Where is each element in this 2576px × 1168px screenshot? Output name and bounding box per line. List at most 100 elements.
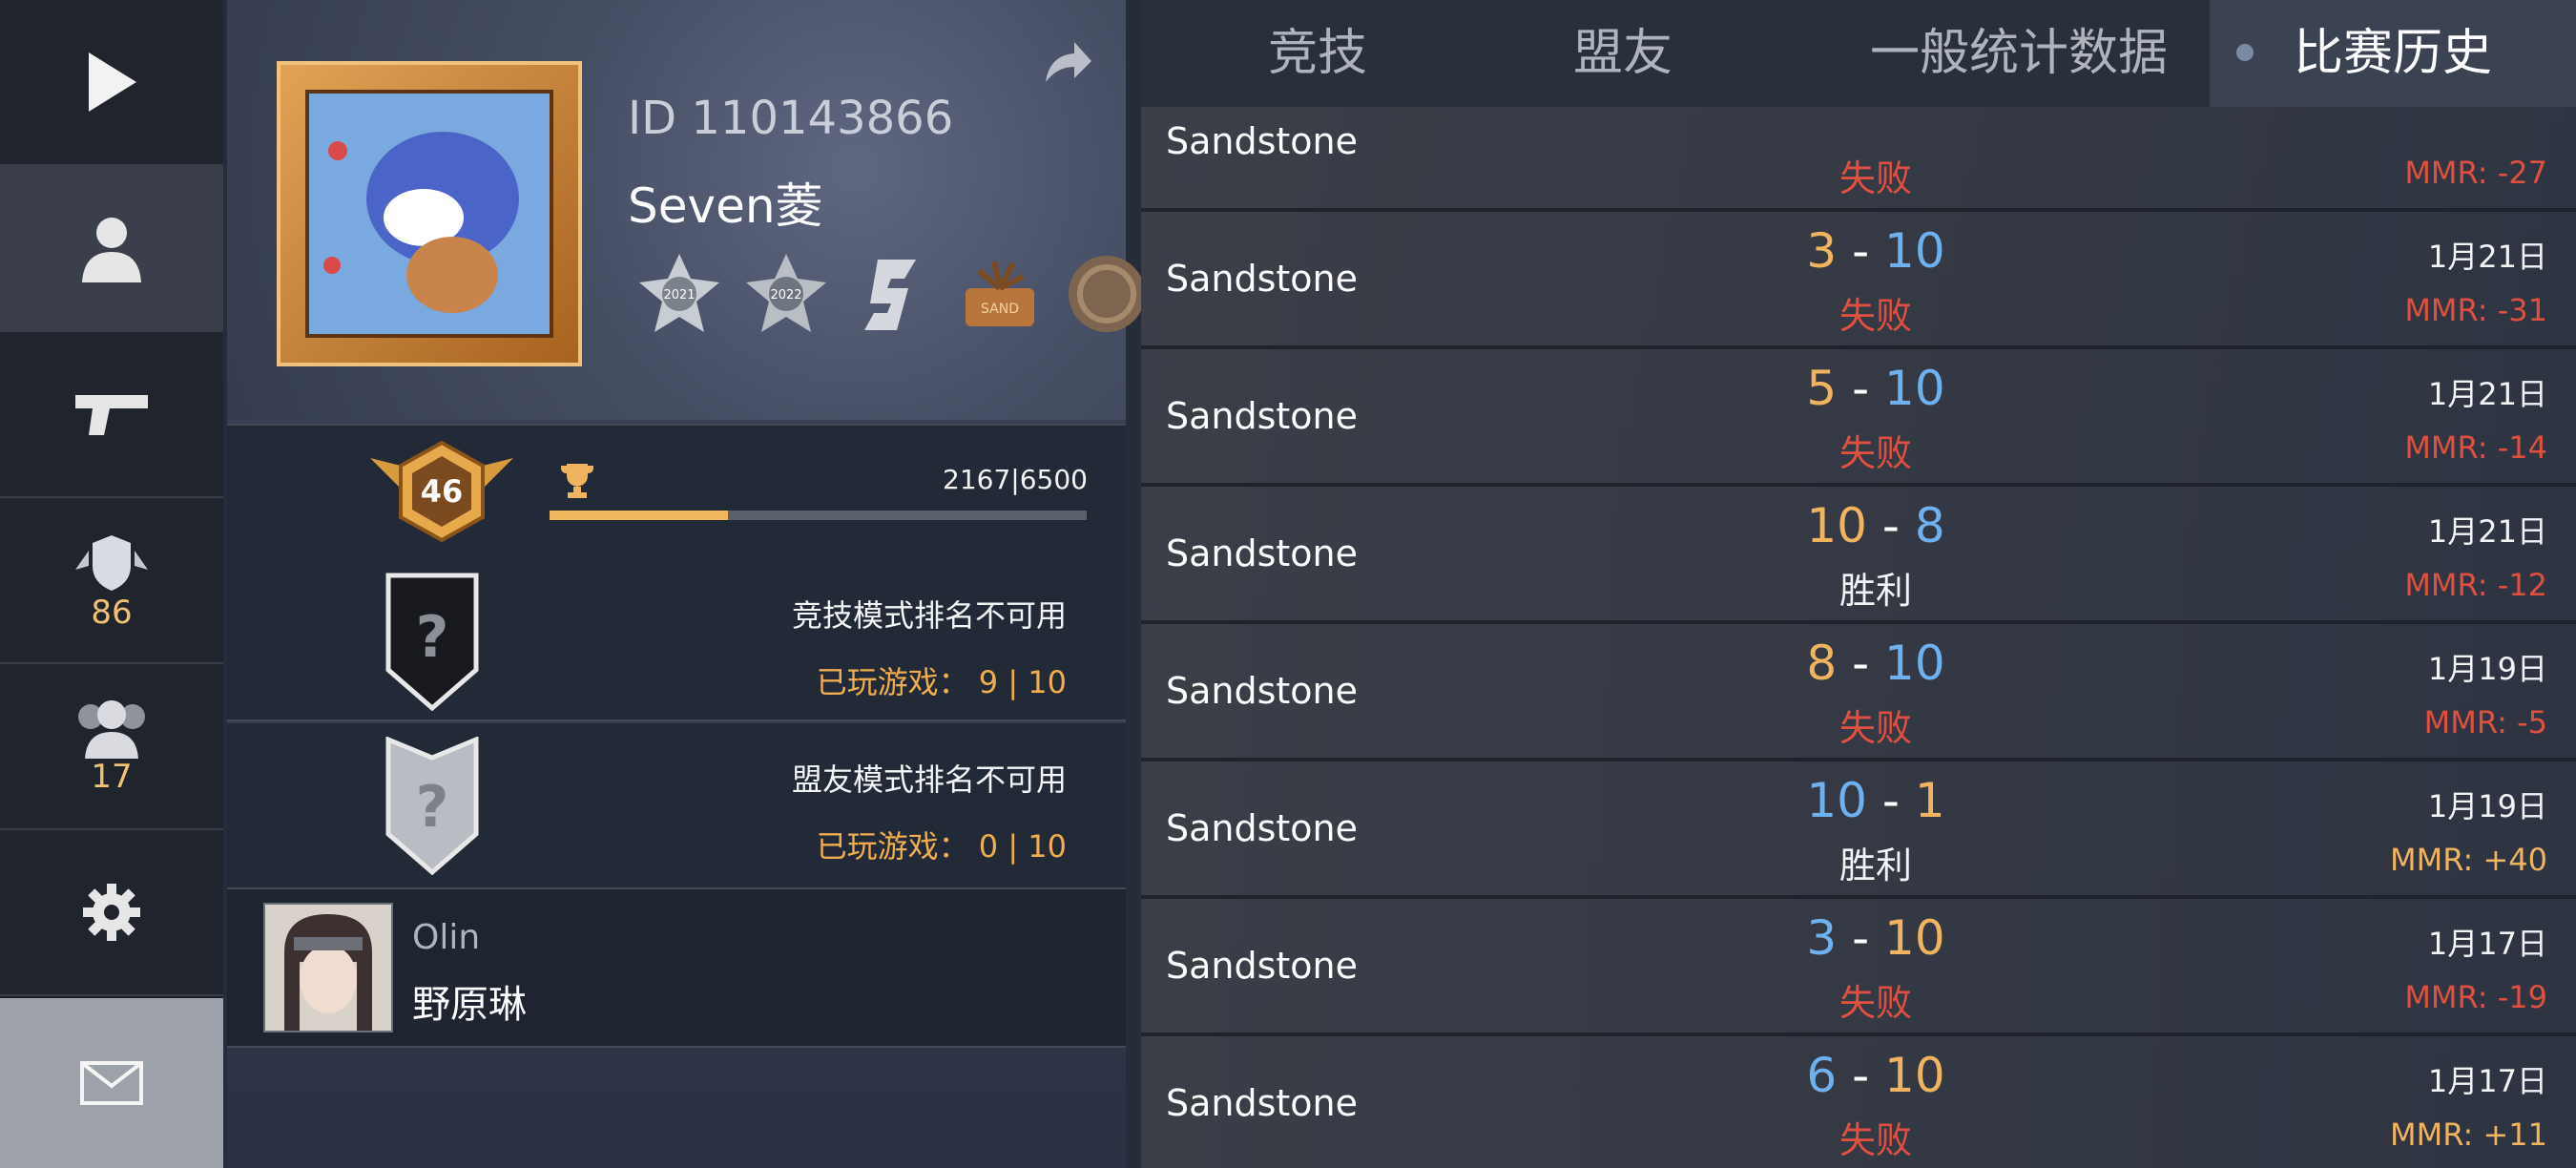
- score-team-b: 10: [1884, 910, 1945, 966]
- share-icon[interactable]: [1038, 34, 1095, 92]
- match-result: 失败: [1839, 295, 1912, 337]
- match-row[interactable]: Sandstone 3 - 10 失败 1月17日 MMR: -19: [1141, 899, 2576, 1036]
- nav-weapons[interactable]: [0, 332, 223, 498]
- match-result: 胜利: [1839, 570, 1912, 612]
- match-row[interactable]: Sandstone 10 - 1 胜利 1月19日 MMR: +40: [1141, 761, 2576, 899]
- match-score: 5 - 10: [1806, 361, 1945, 416]
- tab-competitive[interactable]: 竞技: [1141, 0, 1494, 107]
- match-map: Sandstone: [1166, 532, 1359, 574]
- play-icon: [89, 52, 136, 112]
- competitive-rank-row[interactable]: ? 竞技模式排名不可用 已玩游戏： 9 | 10: [227, 559, 1126, 721]
- player-id: ID 110143866: [628, 92, 954, 145]
- nav-mail[interactable]: [0, 998, 223, 1168]
- gear-icon: [83, 884, 140, 941]
- match-mmr: MMR: -12: [2404, 567, 2547, 603]
- ally-rank-status: 盟友模式排名不可用: [791, 761, 1067, 798]
- match-map: Sandstone: [1166, 945, 1359, 987]
- match-result: 胜利: [1839, 845, 1912, 886]
- match-row[interactable]: Sandstone 8 - 10 失败 1月19日 MMR: -5: [1141, 624, 2576, 761]
- match-score: 3 - 10: [1806, 910, 1945, 966]
- tab-general-stats[interactable]: 一般统计数据: [1809, 0, 2229, 107]
- match-mmr: MMR: -27: [2404, 155, 2547, 191]
- match-date: 1月21日: [2427, 239, 2547, 275]
- match-history-panel: 竞技 盟友 一般统计数据 比赛历史 Sandstone 失败 MMR: -27 San…: [1141, 0, 2576, 1168]
- avatar-frame[interactable]: [277, 61, 582, 366]
- level-badge-icon: 46: [370, 440, 513, 543]
- friends-icon: [78, 700, 145, 759]
- svg-text:2021: 2021: [663, 288, 695, 302]
- match-result: 失败: [1839, 157, 1912, 199]
- svg-text:?: ?: [416, 604, 449, 671]
- match-date: 1月19日: [2427, 788, 2547, 824]
- match-row[interactable]: Sandstone 失败 MMR: -27: [1141, 107, 2576, 212]
- match-result: 失败: [1839, 1119, 1912, 1161]
- match-date: 1月21日: [2427, 513, 2547, 550]
- match-date: 1月19日: [2427, 651, 2547, 687]
- competitive-rank-status: 竞技模式排名不可用: [791, 597, 1067, 634]
- unranked-shield-icon: ?: [385, 573, 479, 711]
- ally-shield-icon: ?: [385, 737, 479, 875]
- match-score: 3 - 10: [1806, 223, 1945, 279]
- friends-count: 17: [91, 758, 133, 796]
- tab-bar: 竞技 盟友 一般统计数据 比赛历史: [1141, 0, 2576, 107]
- match-date: 1月17日: [2427, 926, 2547, 962]
- match-mmr: MMR: +11: [2390, 1116, 2547, 1153]
- score-team-b: 8: [1914, 498, 1945, 553]
- season-2022-badge-icon[interactable]: 2022: [742, 250, 830, 338]
- friend-avatar: [263, 903, 393, 1032]
- score-team-a: 3: [1806, 910, 1838, 966]
- pistol-icon: [75, 395, 148, 435]
- person-icon: [82, 218, 141, 282]
- level-row: 46 2167|6500: [227, 424, 1126, 561]
- badge-row: 2021 2022 SAND: [635, 250, 1151, 338]
- score-team-b: 10: [1884, 636, 1945, 691]
- friend-name: 野原琳: [412, 983, 527, 1027]
- nav-achievements[interactable]: 86: [0, 498, 223, 664]
- match-row[interactable]: Sandstone 5 - 10 失败 1月21日 MMR: -14: [1141, 349, 2576, 487]
- match-map: Sandstone: [1166, 395, 1359, 437]
- ally-rank-row[interactable]: ? 盟友模式排名不可用 已玩游戏： 0 | 10: [227, 723, 1126, 889]
- trophy-icon: [561, 464, 593, 498]
- match-score: 8 - 10: [1806, 636, 1945, 691]
- player-name: Seven菱: [628, 178, 823, 234]
- match-mmr: MMR: +40: [2390, 842, 2547, 878]
- ally-games-played: 已玩游戏： 0 | 10: [816, 828, 1067, 865]
- achievements-count: 86: [91, 594, 133, 632]
- xp-progress-bar: [550, 511, 1087, 520]
- match-score: 6 - 10: [1806, 1048, 1945, 1103]
- score-team-b: 10: [1884, 1048, 1945, 1103]
- score-team-a: 8: [1806, 636, 1838, 691]
- score-team-a: 6: [1806, 1048, 1838, 1103]
- tab-match-history[interactable]: 比赛历史: [2210, 0, 2576, 107]
- match-row[interactable]: Sandstone 10 - 8 胜利 1月21日 MMR: -12: [1141, 487, 2576, 624]
- friend-nickname: Olin: [412, 918, 481, 957]
- match-list[interactable]: Sandstone 失败 MMR: -27 Sandstone 3 - 10 失败 1月21…: [1141, 107, 2576, 1168]
- match-date: 1月21日: [2427, 376, 2547, 412]
- level-number: 46: [421, 473, 464, 510]
- match-result: 失败: [1839, 982, 1912, 1024]
- s-badge-icon[interactable]: [849, 250, 937, 338]
- score-team-b: 10: [1884, 223, 1945, 279]
- match-map: Sandstone: [1166, 258, 1359, 300]
- season-2021-badge-icon[interactable]: 2021: [635, 250, 723, 338]
- match-row[interactable]: Sandstone 3 - 10 失败 1月21日 MMR: -31: [1141, 212, 2576, 349]
- match-score: 10 - 1: [1806, 773, 1945, 828]
- match-map: Sandstone: [1166, 807, 1359, 849]
- match-map: Sandstone: [1166, 1082, 1359, 1124]
- shield-wings-icon: [75, 535, 148, 591]
- match-mmr: MMR: -14: [2404, 429, 2547, 466]
- nav-friends[interactable]: 17: [0, 664, 223, 830]
- match-score: 10 - 8: [1806, 498, 1945, 553]
- nav-profile[interactable]: [0, 166, 223, 332]
- nav-play[interactable]: [0, 0, 223, 166]
- match-row[interactable]: Sandstone 6 - 10 失败 1月17日 MMR: +11: [1141, 1036, 2576, 1168]
- nav-settings[interactable]: [0, 830, 223, 996]
- svg-text:SAND: SAND: [981, 302, 1019, 317]
- palm-badge-icon[interactable]: SAND: [956, 250, 1044, 338]
- xp-text: 2167|6500: [943, 464, 1088, 495]
- tab-allies[interactable]: 盟友: [1494, 0, 1752, 107]
- coin-badge-icon[interactable]: [1063, 250, 1151, 338]
- friend-row[interactable]: Olin 野原琳: [227, 889, 1126, 1048]
- profile-panel: ID 110143866 Seven菱 2021 2022 SAND 46 21…: [227, 0, 1145, 1168]
- score-team-b: 1: [1914, 773, 1945, 828]
